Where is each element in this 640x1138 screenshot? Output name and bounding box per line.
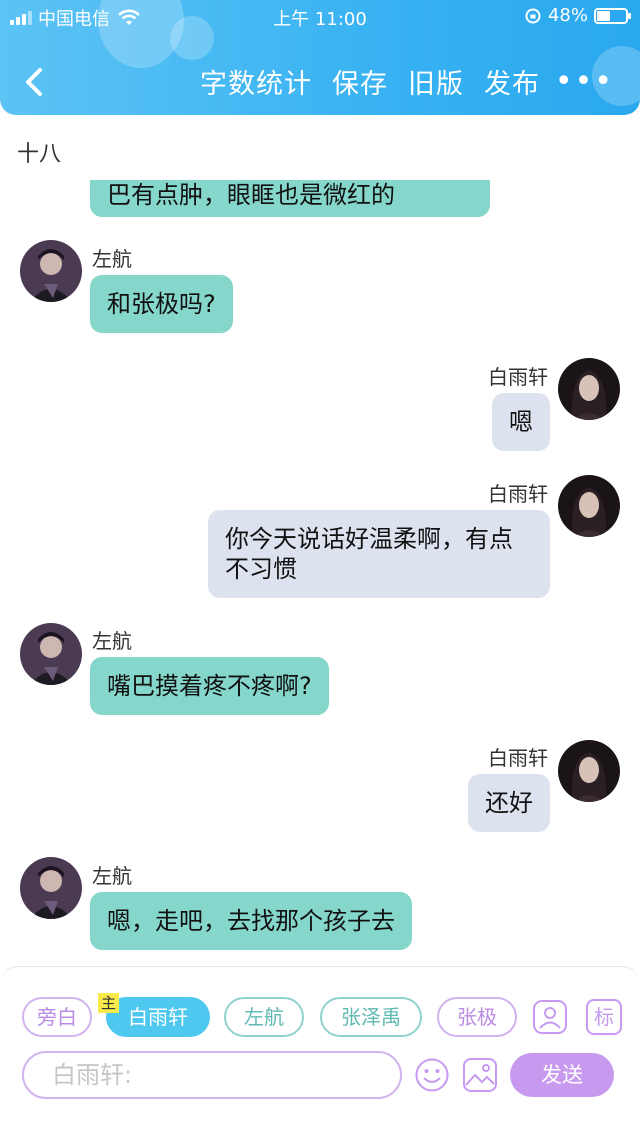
manage-roles-icon[interactable] xyxy=(532,999,568,1035)
sender-name: 白雨轩 xyxy=(488,746,548,770)
tag-button[interactable]: 标 xyxy=(586,999,622,1035)
more-options-button[interactable]: ••• xyxy=(555,64,614,99)
avatar-zuohang[interactable] xyxy=(20,857,82,919)
status-bar: 中国电信 上午 11:00 48% xyxy=(0,0,640,34)
message-text: 嘴巴摸着疼不疼啊? xyxy=(107,672,312,700)
chat-bubble[interactable]: 和张极吗? xyxy=(90,275,233,333)
sender-name: 左航 xyxy=(92,864,132,888)
image-icon[interactable] xyxy=(462,1057,498,1093)
message-text: 和张极吗? xyxy=(107,290,216,318)
emoji-icon[interactable] xyxy=(414,1057,450,1093)
composer: 旁白 白雨轩 左航 张泽禹 张极 主 标 白雨轩: 发送 xyxy=(0,966,640,1138)
rotation-lock-icon xyxy=(525,8,541,23)
word-count-button[interactable]: 字数统计 xyxy=(200,62,312,101)
save-button[interactable]: 保存 xyxy=(332,62,388,101)
nav-actions: 字数统计 保存 旧版 发布 xyxy=(200,62,540,101)
avatar-baiyuxuan[interactable] xyxy=(558,740,620,802)
character-chip-zhangji[interactable]: 张极 xyxy=(437,997,517,1037)
message-text: 嗯 xyxy=(509,408,533,436)
app-header: 中国电信 上午 11:00 48% 字数统计 保存 旧版 发布 ••• xyxy=(0,0,640,115)
character-selector: 旁白 白雨轩 左航 张泽禹 张极 xyxy=(22,997,522,1037)
message-text: 你今天说话好温柔啊，有点不习惯 xyxy=(225,525,513,583)
message-input[interactable]: 白雨轩: xyxy=(22,1051,402,1099)
character-chip-baiyuxuan[interactable]: 白雨轩 xyxy=(106,997,210,1037)
sender-name: 左航 xyxy=(92,247,132,271)
chat-bubble[interactable]: 嘴巴摸着疼不疼啊? xyxy=(90,657,329,715)
avatar-zuohang[interactable] xyxy=(20,623,82,685)
main-role-tag: 主 xyxy=(98,993,120,1013)
message-text: 嗯，走吧，去找那个孩子去 xyxy=(107,907,395,935)
character-chip-zhangzeyu[interactable]: 张泽禹 xyxy=(320,997,422,1037)
sender-name: 左航 xyxy=(92,629,132,653)
message-text: 巴有点肿，眼眶也是微红的 xyxy=(107,181,395,209)
nav-bar: 字数统计 保存 旧版 发布 ••• xyxy=(0,50,640,110)
publish-button[interactable]: 发布 xyxy=(484,62,540,101)
battery-icon xyxy=(594,7,631,24)
message-text: 还好 xyxy=(485,789,533,817)
section-title: 十八 xyxy=(17,142,62,167)
chat-bubble[interactable]: 巴有点肿，眼眶也是微红的 xyxy=(90,180,490,217)
avatar-zuohang[interactable] xyxy=(20,240,82,302)
old-version-button[interactable]: 旧版 xyxy=(408,62,464,101)
character-chip-narrator[interactable]: 旁白 xyxy=(22,997,92,1037)
chat-bubble[interactable]: 嗯 xyxy=(492,393,550,451)
chat-bubble[interactable]: 还好 xyxy=(468,774,550,832)
sender-name: 白雨轩 xyxy=(488,365,548,389)
chat-list[interactable]: 巴有点肿，眼眶也是微红的 左航 和张极吗? 白雨轩 嗯 白雨轩 你今天说话好温柔… xyxy=(0,180,640,970)
sender-name: 白雨轩 xyxy=(488,482,548,506)
character-chip-zuohang[interactable]: 左航 xyxy=(224,997,304,1037)
send-button[interactable]: 发送 xyxy=(510,1053,614,1097)
avatar-baiyuxuan[interactable] xyxy=(558,358,620,420)
avatar-baiyuxuan[interactable] xyxy=(558,475,620,537)
chat-bubble[interactable]: 嗯，走吧，去找那个孩子去 xyxy=(90,892,412,950)
chat-bubble[interactable]: 你今天说话好温柔啊，有点不习惯 xyxy=(208,510,550,598)
battery-percent: 48% xyxy=(547,5,588,26)
back-icon[interactable] xyxy=(16,62,56,102)
